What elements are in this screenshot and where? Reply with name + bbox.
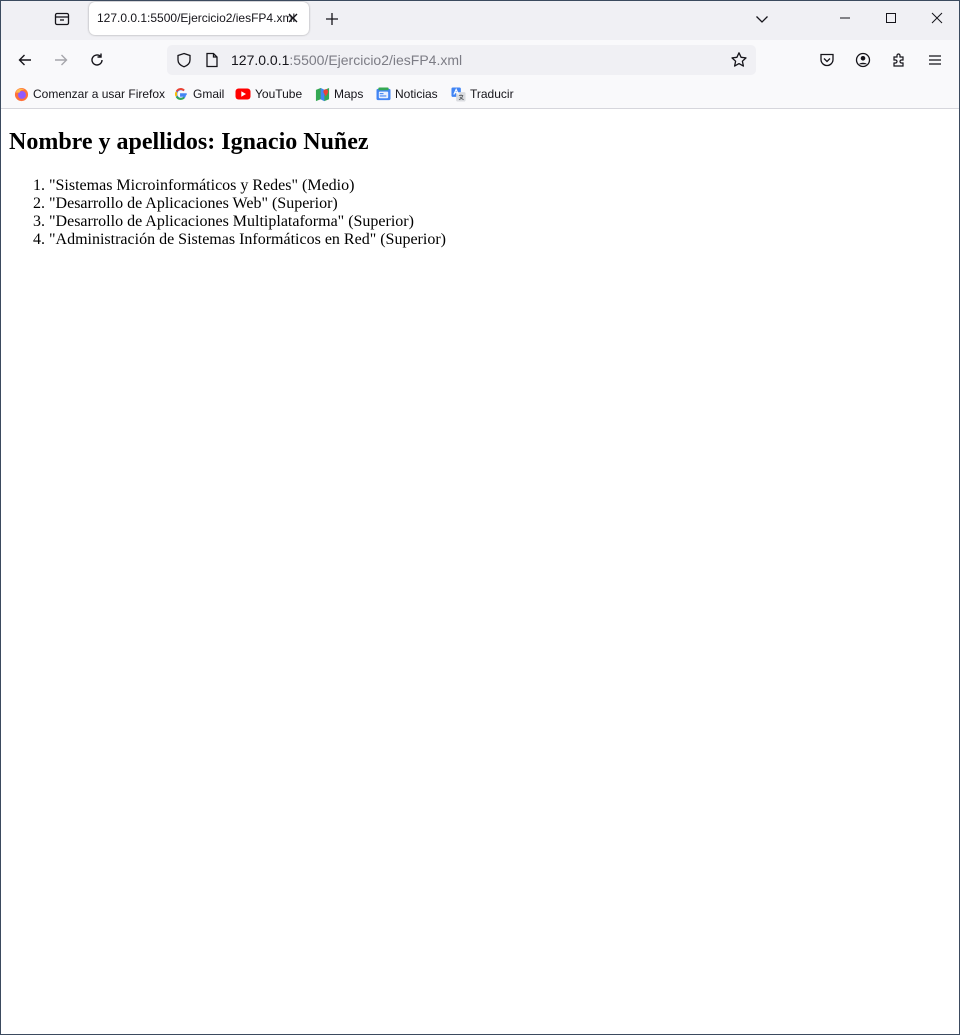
maps-icon	[314, 86, 330, 102]
list-item: "Sistemas Microinformáticos y Redes" (Me…	[49, 177, 446, 195]
bookmark-label: Traducir	[470, 87, 514, 101]
url-bar[interactable]: 127.0.0.1:5500/Ejercicio2/iesFP4.xml	[167, 45, 756, 75]
tracking-protection-button[interactable]	[175, 51, 193, 69]
firefox-icon	[13, 86, 29, 102]
bookmark-label: YouTube	[255, 87, 303, 101]
news-icon	[375, 86, 391, 102]
bookmark-translate[interactable]: Traducir	[450, 85, 514, 103]
bookmark-label: Comenzar a usar Firefox	[33, 87, 166, 101]
chevron-down-icon	[756, 16, 768, 23]
bookmark-youtube[interactable]: YouTube	[235, 85, 302, 103]
pocket-button[interactable]	[812, 45, 842, 75]
new-tab-button[interactable]	[319, 6, 345, 32]
back-button[interactable]	[10, 45, 40, 75]
page-content: Nombre y apellidos: Ignacio Nuñez "Siste…	[1, 109, 959, 1034]
list-item: "Desarrollo de Aplicaciones Multiplatafo…	[49, 213, 446, 231]
tab-strip: 127.0.0.1:5500/Ejercicio2/iesFP4.xml	[1, 1, 959, 40]
reload-button[interactable]	[82, 45, 112, 75]
url-path: :5500/Ejercicio2/iesFP4.xml	[289, 52, 463, 68]
translate-icon	[450, 86, 466, 102]
youtube-icon	[235, 86, 251, 102]
bookmark-news[interactable]: Noticias	[375, 85, 438, 103]
firefox-view-icon	[54, 12, 70, 26]
list-item: "Desarrollo de Aplicaciones Web" (Superi…	[49, 195, 446, 213]
minimize-icon	[840, 17, 850, 19]
firefox-view-button[interactable]	[47, 5, 77, 33]
list-all-tabs-button[interactable]	[749, 6, 775, 32]
bookmark-label: Noticias	[395, 87, 438, 101]
arrow-right-icon	[55, 54, 68, 66]
window-close-button[interactable]	[914, 1, 959, 35]
reload-icon	[91, 53, 103, 66]
star-icon	[731, 52, 747, 67]
plus-icon	[326, 13, 338, 25]
navigation-toolbar: 127.0.0.1:5500/Ejercicio2/iesFP4.xml	[1, 40, 959, 81]
bookmark-label: Gmail	[193, 87, 225, 101]
google-icon	[173, 86, 189, 102]
tab-title: 127.0.0.1:5500/Ejercicio2/iesFP4.xml	[97, 11, 296, 25]
puzzle-icon	[893, 53, 904, 67]
course-list: "Sistemas Microinformáticos y Redes" (Me…	[9, 177, 446, 249]
url-text: 127.0.0.1:5500/Ejercicio2/iesFP4.xml	[231, 52, 462, 68]
close-icon	[288, 13, 298, 23]
bookmark-firefox[interactable]: Comenzar a usar Firefox	[13, 85, 165, 103]
app-menu-button[interactable]	[920, 45, 950, 75]
tab-close-button[interactable]	[285, 10, 301, 26]
shield-icon	[177, 52, 191, 68]
account-button[interactable]	[848, 45, 878, 75]
pocket-icon	[820, 53, 834, 67]
browser-window: 127.0.0.1:5500/Ejercicio2/iesFP4.xml 127…	[0, 0, 960, 1035]
site-info-button[interactable]	[203, 51, 221, 69]
maximize-button[interactable]	[868, 1, 914, 35]
url-host: 127.0.0.1	[231, 52, 290, 68]
extensions-button[interactable]	[884, 45, 914, 75]
page-icon	[206, 52, 218, 68]
account-icon	[855, 52, 871, 68]
bookmark-gmail[interactable]: Gmail	[173, 85, 224, 103]
bookmark-maps[interactable]: Maps	[314, 85, 363, 103]
bookmark-label: Maps	[334, 87, 364, 101]
page-title: Nombre y apellidos: Ignacio Nuñez	[9, 129, 369, 155]
list-item: "Administración de Sistemas Informáticos…	[49, 231, 446, 249]
minimize-button[interactable]	[822, 1, 868, 35]
close-icon	[931, 12, 943, 24]
hamburger-menu-icon	[929, 55, 941, 65]
bookmark-page-button[interactable]	[729, 50, 749, 70]
maximize-icon	[886, 13, 896, 23]
arrow-left-icon	[18, 54, 31, 66]
bookmarks-toolbar: Comenzar a usar Firefox Gmail YouTube Ma…	[1, 81, 959, 109]
forward-button[interactable]	[46, 45, 76, 75]
tab-active[interactable]: 127.0.0.1:5500/Ejercicio2/iesFP4.xml	[89, 2, 309, 35]
